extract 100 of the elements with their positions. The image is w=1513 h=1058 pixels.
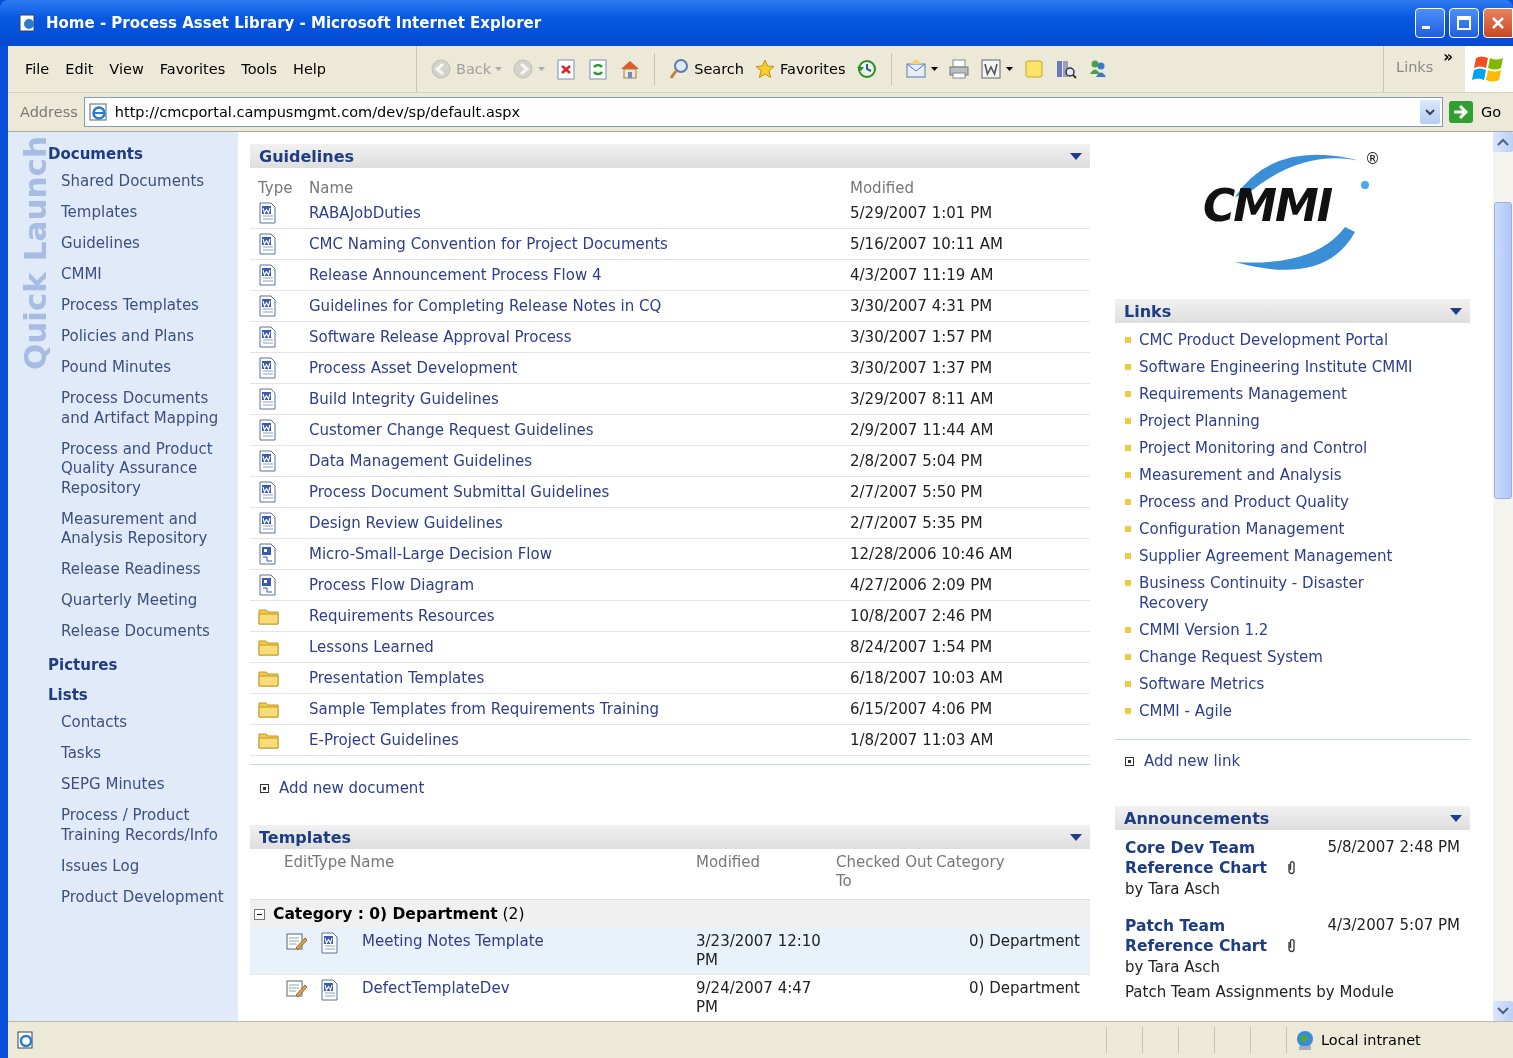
link[interactable]: Requirements Management [1139, 384, 1424, 404]
link[interactable]: Configuration Management [1139, 519, 1424, 539]
document-link[interactable]: Data Management Guidelines [309, 452, 850, 470]
favorites-button[interactable]: Favorites [751, 56, 849, 82]
word-document-icon [258, 512, 279, 534]
document-link[interactable]: Customer Change Request Guidelines [309, 421, 850, 439]
column-header[interactable]: Modified [850, 179, 1090, 197]
menu-item[interactable]: Help [286, 58, 334, 80]
document-link[interactable]: Lessons Learned [309, 638, 850, 656]
modified-date: 3/23/2007 12:10 PM [696, 932, 822, 970]
nav-item[interactable]: Issues Log [8, 856, 238, 876]
nav-heading[interactable]: Lists [8, 685, 238, 705]
link[interactable]: Software Metrics [1139, 674, 1424, 694]
document-link[interactable]: Process Asset Development [309, 359, 850, 377]
modified-date: 5/29/2007 1:01 PM [850, 204, 994, 222]
edit-icon[interactable] [286, 979, 308, 999]
address-field[interactable]: http://cmcportal.campusmgmt.com/dev/sp/default.aspx [83, 97, 1443, 127]
nav-item[interactable]: Measurement and Analysis Repository [8, 509, 238, 549]
dropdown-icon[interactable] [1070, 833, 1082, 841]
document-link[interactable]: Process Document Submittal Guidelines [309, 483, 850, 501]
link[interactable]: Change Request System [1139, 647, 1424, 667]
link[interactable]: Project Monitoring and Control [1139, 438, 1424, 458]
template-row[interactable]: DefectTemplateDev 9/24/2007 4:47 PM 0) Department [250, 975, 1090, 1021]
link[interactable]: Business Continuity - Disaster Recovery [1139, 573, 1424, 613]
column-header[interactable]: Type [312, 853, 350, 891]
dropdown-icon[interactable] [1450, 307, 1462, 315]
go-button[interactable]: Go [1448, 101, 1513, 123]
link[interactable]: Process and Product Quality [1139, 492, 1424, 512]
modified-date: 1/8/2007 11:03 AM [850, 731, 995, 749]
history-icon [855, 58, 878, 80]
document-link[interactable]: RABAJobDuties [309, 204, 850, 222]
document-link[interactable]: Build Integrity Guidelines [309, 390, 850, 408]
link[interactable]: CMC Product Development Portal [1139, 330, 1424, 350]
nav-item[interactable]: Product Development [8, 887, 238, 907]
document-link[interactable]: Process Flow Diagram [309, 576, 850, 594]
minimize-button[interactable] [1415, 8, 1445, 38]
more-button[interactable]: » [1443, 48, 1453, 66]
dropdown-icon[interactable] [1450, 814, 1462, 822]
document-link[interactable]: Software Release Approval Process [309, 328, 850, 346]
document-link[interactable]: Sample Templates from Requirements Training [309, 700, 850, 718]
edit-icon[interactable] [286, 932, 308, 952]
nav-heading[interactable]: Pictures [8, 655, 238, 675]
modified-date: 3/30/2007 1:57 PM [850, 328, 994, 346]
menu-item[interactable]: View [102, 58, 151, 80]
part-title: Announcements [1124, 808, 1270, 828]
bullet-icon [1125, 580, 1131, 586]
nav-item[interactable]: Quarterly Meeting [8, 591, 238, 611]
vertical-scrollbar[interactable] [1493, 132, 1513, 1021]
document-link[interactable]: CMC Naming Convention for Project Documents [309, 235, 850, 253]
close-button[interactable] [1483, 8, 1513, 38]
collapse-icon[interactable] [254, 908, 265, 920]
dropdown-button[interactable] [1419, 100, 1440, 124]
bullet-icon [1125, 391, 1131, 397]
document-link[interactable]: Guidelines for Completing Release Notes in CQ [309, 297, 850, 315]
maximize-button[interactable] [1449, 8, 1479, 38]
template-row[interactable]: Meeting Notes Template 3/23/2007 12:10 PM 0) Department [250, 928, 1090, 975]
document-link[interactable]: Presentation Templates [309, 669, 850, 687]
add-link-link[interactable]: Add new link [1144, 752, 1241, 770]
link[interactable]: CMMI Version 1.2 [1139, 620, 1424, 640]
nav-item[interactable]: Process / Product Training Records/Info [8, 806, 238, 845]
column-header[interactable]: Category [936, 853, 1090, 891]
search-button[interactable]: Search [665, 56, 748, 82]
menu-item[interactable]: Tools [234, 58, 284, 80]
template-link[interactable]: Meeting Notes Template [362, 932, 696, 970]
page-icon [16, 1030, 36, 1050]
nav-item[interactable]: Tasks [8, 744, 238, 764]
menu-item[interactable]: File [18, 58, 57, 80]
bullet-icon [1125, 472, 1131, 478]
nav-item[interactable]: SEPG Minutes [8, 775, 238, 795]
nav-item[interactable]: Contacts [8, 713, 238, 733]
template-link[interactable]: DefectTemplateDev [362, 979, 696, 1017]
dropdown-icon[interactable] [1070, 152, 1082, 160]
link[interactable]: Supplier Agreement Management [1139, 546, 1424, 566]
document-link[interactable]: Micro-Small-Large Decision Flow [309, 545, 850, 563]
nav-item[interactable]: Process Documents and Artifact Mapping [8, 389, 238, 428]
menu-item[interactable]: Favorites [152, 58, 233, 80]
column-header[interactable]: Type [258, 179, 309, 197]
nav-item[interactable]: Process and Product Quality Assurance Repository [8, 439, 238, 498]
announcement-link[interactable]: Core Dev Team Reference Chart [1125, 838, 1305, 878]
link[interactable]: Measurement and Analysis [1139, 465, 1424, 485]
column-header[interactable]: Name [309, 179, 850, 197]
announcement-link[interactable]: Patch Team Reference Chart [1125, 916, 1305, 956]
document-link[interactable]: Requirements Resources [309, 607, 850, 625]
page-icon [88, 102, 109, 122]
menu-item[interactable]: Edit [58, 58, 101, 80]
add-document-link[interactable]: Add new document [279, 779, 425, 797]
modified-date: 9/24/2007 4:47 PM [696, 979, 813, 1017]
column-header[interactable]: Name [350, 853, 696, 891]
column-header[interactable]: Checked Out To [836, 853, 936, 891]
nav-item[interactable]: Release Readiness [8, 560, 238, 580]
modified-date: 3/29/2007 8:11 AM [850, 390, 995, 408]
column-header[interactable]: Modified [696, 853, 836, 891]
column-header[interactable]: Edit [284, 853, 312, 891]
link[interactable]: CMMI - Agile [1139, 701, 1424, 721]
link[interactable]: Software Engineering Institute CMMI [1139, 357, 1424, 377]
link[interactable]: Project Planning [1139, 411, 1424, 431]
document-link[interactable]: Design Review Guidelines [309, 514, 850, 532]
document-link[interactable]: E-Project Guidelines [309, 731, 850, 749]
document-link[interactable]: Release Announcement Process Flow 4 [309, 266, 850, 284]
nav-item[interactable]: Release Documents [8, 622, 238, 642]
